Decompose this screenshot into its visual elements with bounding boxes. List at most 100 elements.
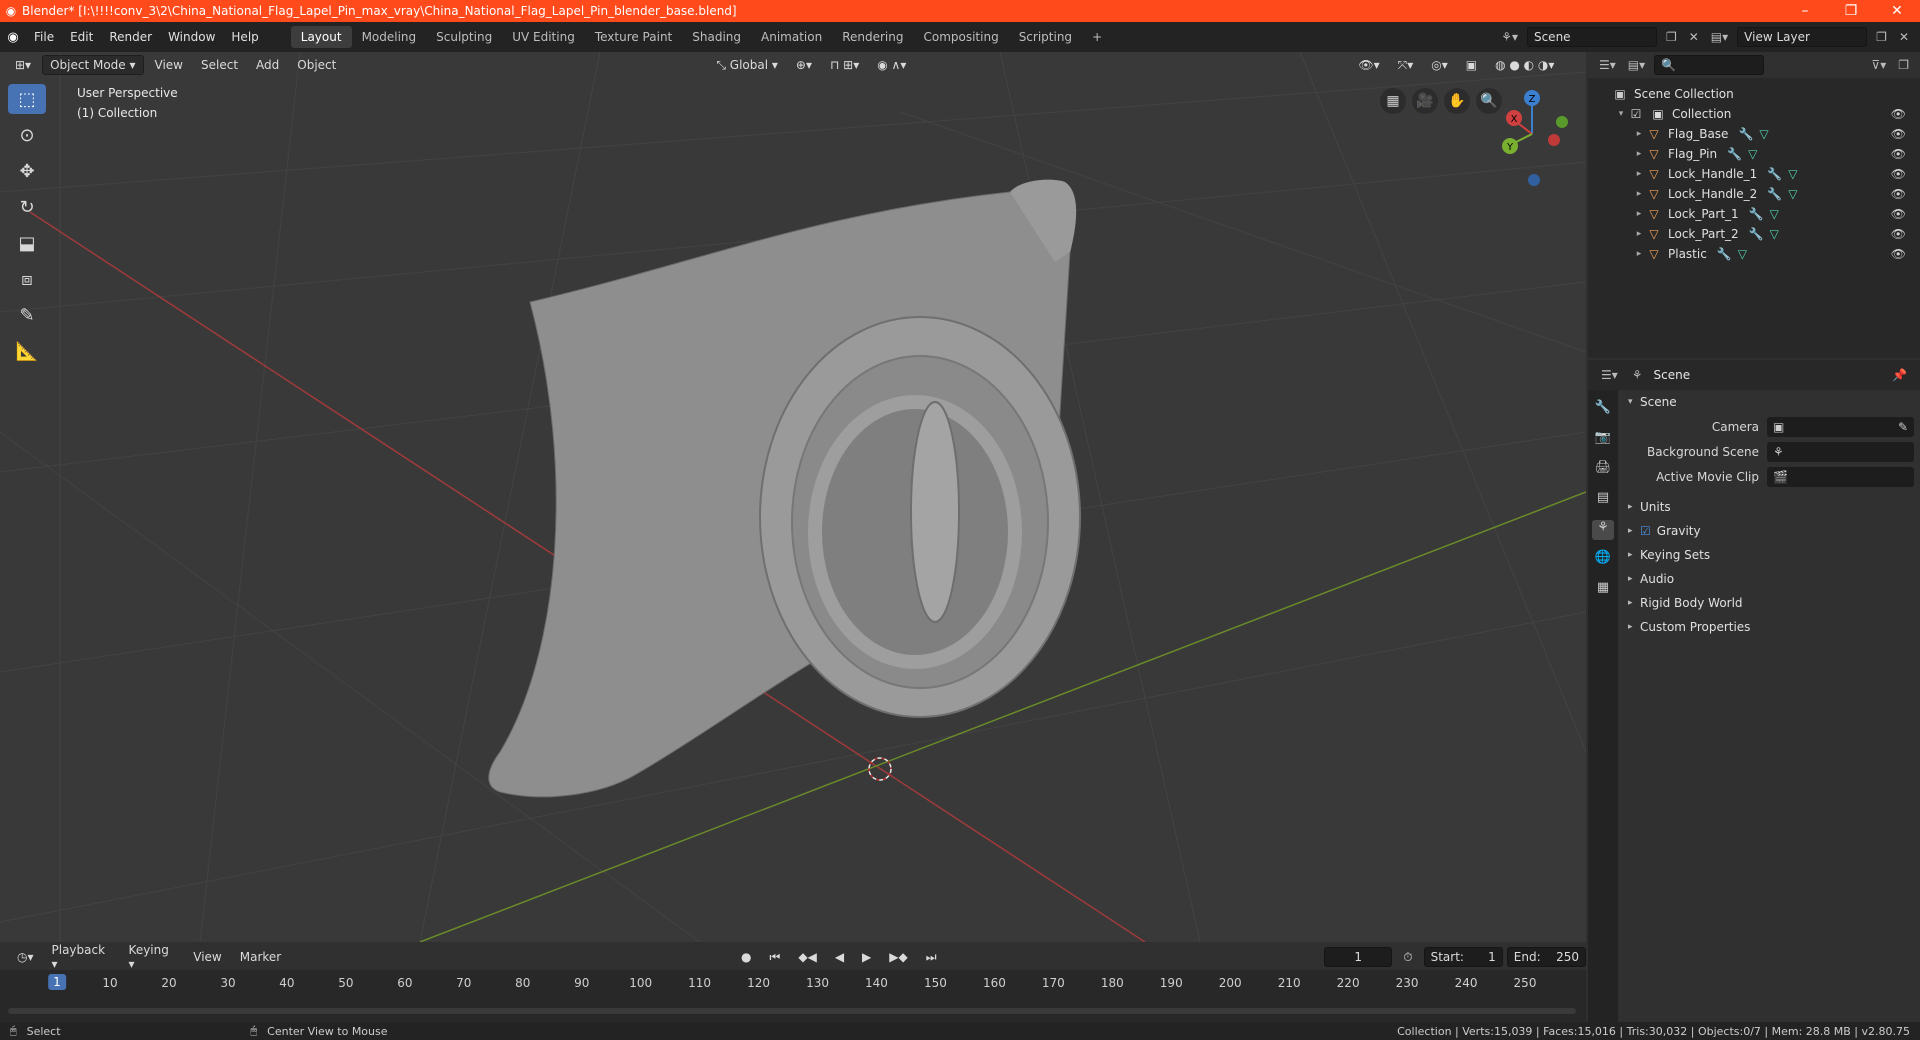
pivot-icon[interactable]: ⊕▾ bbox=[789, 56, 819, 74]
timeline-scrollbar[interactable] bbox=[8, 1008, 1576, 1014]
modifier-wrench-icon[interactable]: 🔧 bbox=[1717, 247, 1732, 261]
jump-start-icon[interactable]: ⏮ bbox=[763, 948, 788, 967]
play-reverse-icon[interactable]: ◀ bbox=[828, 948, 851, 966]
transform-orientation-dropdown[interactable]: ⤡ Global ▾ bbox=[709, 56, 785, 75]
end-frame-field[interactable]: End: 250 bbox=[1506, 947, 1586, 967]
scene-section-header[interactable]: ▾ Scene bbox=[1622, 390, 1914, 414]
tab-uv-editing[interactable]: UV Editing bbox=[502, 26, 585, 48]
current-frame-field[interactable]: 1 bbox=[1324, 947, 1393, 967]
outliner-object-row[interactable]: ▸ ▽ Lock_Handle_1 🔧 ▽ 👁 bbox=[1588, 164, 1920, 184]
scale-tool-icon[interactable]: ⬓ bbox=[8, 228, 46, 258]
mode-dropdown[interactable]: Object Mode ▾ bbox=[42, 55, 144, 75]
playback-menu[interactable]: Playback ▾ bbox=[45, 941, 118, 973]
collection-visibility-eye-icon[interactable]: 👁 bbox=[1891, 107, 1906, 121]
outliner-object-row[interactable]: ▸ ▽ Plastic 🔧 ▽ 👁 bbox=[1588, 244, 1920, 264]
units-section-header[interactable]: ▸ Units bbox=[1622, 495, 1914, 519]
measure-tool-icon[interactable]: 📐 bbox=[8, 336, 46, 366]
add-workspace-button[interactable]: + bbox=[1082, 26, 1112, 48]
outliner-search-input[interactable]: 🔍 bbox=[1654, 55, 1765, 75]
timeline-editor-type-icon[interactable]: ◷▾ bbox=[10, 948, 41, 966]
delete-scene-icon[interactable]: ✕ bbox=[1686, 30, 1702, 44]
timeline-view-menu[interactable]: View bbox=[186, 948, 228, 966]
next-keyframe-icon[interactable]: ▶◆ bbox=[882, 948, 914, 966]
modifier-wrench-icon[interactable]: 🔧 bbox=[1749, 207, 1764, 221]
mesh-data-icon[interactable]: ▽ bbox=[1759, 127, 1768, 141]
menu-window[interactable]: Window bbox=[160, 30, 223, 44]
object-visibility-eye-icon[interactable]: 👁 bbox=[1891, 247, 1906, 261]
annotate-tool-icon[interactable]: ✎ bbox=[8, 300, 46, 330]
play-icon[interactable]: ▶ bbox=[855, 948, 878, 966]
output-tab-icon[interactable]: 🖨 bbox=[1592, 460, 1614, 480]
move-tool-icon[interactable]: ✥ bbox=[8, 156, 46, 186]
modifier-wrench-icon[interactable]: 🔧 bbox=[1767, 167, 1782, 181]
background-scene-field[interactable]: ⚘ bbox=[1767, 441, 1914, 462]
tab-sculpting[interactable]: Sculpting bbox=[426, 26, 502, 48]
expand-object-icon[interactable]: ▸ bbox=[1632, 209, 1646, 219]
expand-object-icon[interactable]: ▸ bbox=[1632, 229, 1646, 239]
mesh-data-icon[interactable]: ▽ bbox=[1788, 167, 1797, 181]
texture-tab-icon[interactable]: ▦ bbox=[1592, 580, 1614, 600]
display-mode-icon[interactable]: ▤▾ bbox=[1625, 58, 1648, 72]
navigation-gizmo[interactable]: Z X Y bbox=[1490, 82, 1570, 192]
blender-menu-icon[interactable]: ◉ bbox=[0, 30, 26, 45]
shading-modes-icon[interactable]: ◍ ● ◐ ◑▾ bbox=[1488, 56, 1561, 74]
view-layer-field[interactable]: View Layer bbox=[1737, 27, 1868, 47]
tab-modeling[interactable]: Modeling bbox=[352, 26, 427, 48]
tab-texture-paint[interactable]: Texture Paint bbox=[585, 26, 682, 48]
gravity-section-header[interactable]: ▸ ☑ Gravity bbox=[1622, 519, 1914, 543]
scene-field[interactable]: Scene bbox=[1526, 27, 1657, 47]
camera-field[interactable]: ▣ ✎ bbox=[1767, 416, 1914, 437]
stopwatch-icon[interactable]: ⏱ bbox=[1396, 948, 1419, 967]
scene-tab-icon[interactable]: ⚘ bbox=[1592, 520, 1614, 540]
pin-icon[interactable]: 📌 bbox=[1889, 368, 1910, 382]
tab-compositing[interactable]: Compositing bbox=[913, 26, 1008, 48]
pan-hand-icon[interactable]: ✋ bbox=[1444, 88, 1470, 114]
eyedropper-icon[interactable]: ✎ bbox=[1898, 420, 1908, 434]
new-collection-icon[interactable]: ❐ bbox=[1895, 58, 1912, 72]
snap-icon[interactable]: ⊓ ⊞▾ bbox=[823, 56, 866, 74]
view-layer-tab-icon[interactable]: ▤ bbox=[1592, 490, 1614, 510]
new-view-layer-icon[interactable]: ❐ bbox=[1873, 30, 1890, 44]
keying-menu[interactable]: Keying ▾ bbox=[122, 941, 183, 973]
menu-render[interactable]: Render bbox=[101, 30, 160, 44]
3d-viewport[interactable]: ⊞▾ Object Mode ▾ View Select Add Object … bbox=[0, 52, 1586, 942]
transform-tool-icon[interactable]: ⧈ bbox=[8, 264, 46, 294]
record-icon[interactable]: ● bbox=[734, 948, 758, 966]
mesh-data-icon[interactable]: ▽ bbox=[1738, 247, 1747, 261]
timeline-ruler[interactable]: 1 10 20 30 40 50 60 70 80 90 100 110 120 130 140 150 16… bbox=[0, 972, 1586, 994]
tab-shading[interactable]: Shading bbox=[682, 26, 751, 48]
scene-icon[interactable]: ⚘▾ bbox=[1498, 30, 1521, 44]
delete-view-layer-icon[interactable]: ✕ bbox=[1896, 30, 1912, 44]
menu-file[interactable]: File bbox=[26, 30, 62, 44]
prev-keyframe-icon[interactable]: ◆◀ bbox=[791, 948, 823, 966]
select-menu[interactable]: Select bbox=[194, 56, 245, 74]
world-tab-icon[interactable]: 🌐 bbox=[1592, 550, 1614, 570]
start-frame-field[interactable]: Start: 1 bbox=[1423, 947, 1503, 967]
tab-rendering[interactable]: Rendering bbox=[832, 26, 913, 48]
marker-menu[interactable]: Marker bbox=[233, 948, 288, 966]
object-visibility-eye-icon[interactable]: 👁 bbox=[1891, 127, 1906, 141]
modifier-wrench-icon[interactable]: 🔧 bbox=[1767, 187, 1782, 201]
rotate-tool-icon[interactable]: ↻ bbox=[8, 192, 46, 222]
expand-object-icon[interactable]: ▸ bbox=[1632, 129, 1646, 139]
outliner-object-row[interactable]: ▸ ▽ Flag_Base 🔧 ▽ 👁 bbox=[1588, 124, 1920, 144]
render-tab-icon[interactable]: 📷 bbox=[1592, 430, 1614, 450]
modifier-wrench-icon[interactable]: 🔧 bbox=[1749, 227, 1764, 241]
object-visibility-eye-icon[interactable]: 👁 bbox=[1891, 207, 1906, 221]
collection-row[interactable]: ▾ ☑ ▣ Collection 👁 bbox=[1588, 104, 1920, 124]
current-frame-indicator[interactable]: 1 bbox=[48, 974, 66, 990]
properties-editor-type-icon[interactable]: ☰▾ bbox=[1598, 368, 1621, 382]
tool-tab-icon[interactable]: 🔧 bbox=[1592, 400, 1614, 420]
visibility-icon[interactable]: 👁▾ bbox=[1351, 56, 1386, 74]
mesh-data-icon[interactable]: ▽ bbox=[1748, 147, 1757, 161]
xray-icon[interactable]: ▣ bbox=[1459, 56, 1484, 74]
rigid-body-world-section-header[interactable]: ▸ Rigid Body World bbox=[1622, 591, 1914, 615]
view-layer-icon[interactable]: ▤▾ bbox=[1708, 30, 1731, 44]
menu-edit[interactable]: Edit bbox=[62, 30, 101, 44]
add-menu[interactable]: Add bbox=[249, 56, 286, 74]
proportional-edit-icon[interactable]: ◉ ∧▾ bbox=[870, 56, 913, 74]
minimize-button[interactable]: – bbox=[1782, 3, 1828, 19]
tab-scripting[interactable]: Scripting bbox=[1009, 26, 1082, 48]
camera-view-icon[interactable]: 🎥 bbox=[1412, 88, 1438, 114]
object-visibility-eye-icon[interactable]: 👁 bbox=[1891, 187, 1906, 201]
